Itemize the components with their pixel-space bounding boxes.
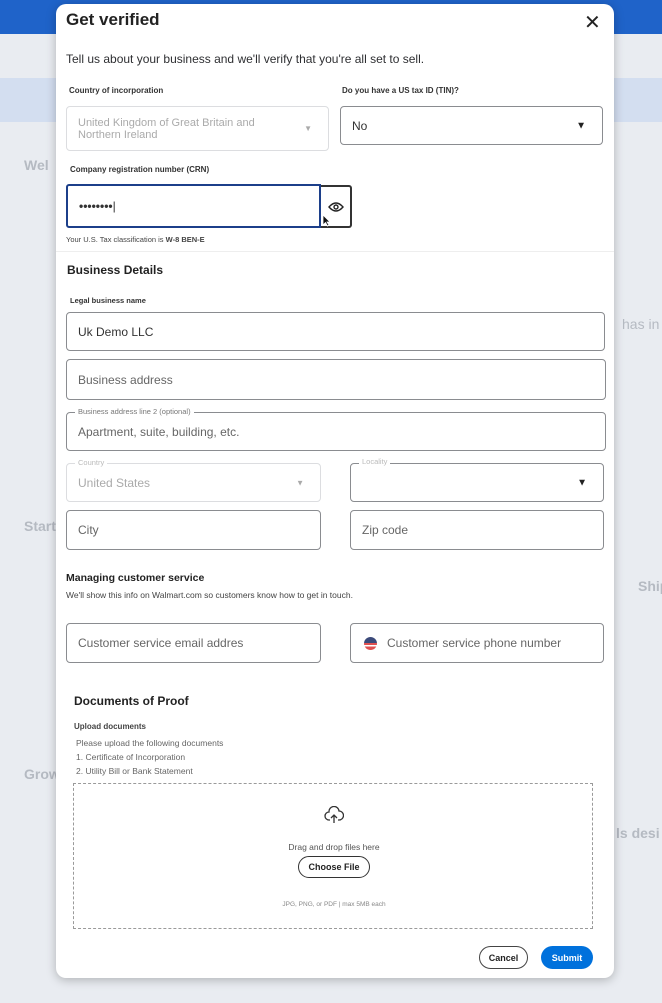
crn-input[interactable]: •••••••• | [66,184,321,228]
business-address-input[interactable]: Business address [66,359,606,400]
business-address-placeholder: Business address [78,372,173,387]
instruction-line: Please upload the following documents [76,738,224,748]
country-of-incorporation-select[interactable]: United Kingdom of Great Britain and Nort… [66,106,329,151]
legal-name-input[interactable]: Uk Demo LLC [66,312,605,351]
tax-classification-prefix: Your U.S. Tax classification is [66,235,164,244]
intro-text: Tell us about your business and we'll ve… [66,52,425,66]
us-flag-icon [364,636,377,650]
customer-service-email-input[interactable]: Customer service email addres [66,623,321,663]
business-address-line2-label: Business address line 2 (optional) [75,407,194,416]
legal-name-value: Uk Demo LLC [78,324,154,339]
customer-service-phone-placeholder: Customer service phone number [387,636,562,650]
zip-code-input[interactable]: Zip code [350,510,604,550]
drop-text: Drag and drop files here [288,842,380,852]
tax-classification-text: Your U.S. Tax classification is W-8 BEN-… [66,235,205,244]
chevron-down-icon: ▼ [577,477,587,488]
documents-heading: Documents of Proof [74,694,189,708]
eye-icon [327,201,344,212]
divider [56,251,614,252]
customer-service-heading: Managing customer service [66,572,205,584]
country-label: Country [75,458,108,467]
zip-code-placeholder: Zip code [362,523,409,537]
country-of-incorporation-value: United Kingdom of Great Britain and Nort… [78,116,255,141]
instruction-line: 1. Certificate of Incorporation [76,752,186,762]
modal-title: Get verified [66,10,160,29]
customer-service-phone-input[interactable]: Customer service phone number [350,623,604,663]
file-hint: JPG, PNG, or PDF | max 5MB each [282,901,386,908]
customer-service-email-placeholder: Customer service email addres [78,636,244,650]
business-address-line2-input[interactable]: Business address line 2 (optional) Apart… [66,407,606,451]
country-of-incorporation-label: Country of incorporation [69,86,164,95]
chevron-down-icon: ▼ [296,478,304,487]
us-tax-id-label: Do you have a US tax ID (TIN)? [342,86,459,95]
instruction-line: 2. Utility Bill or Bank Statement [76,766,193,776]
tax-classification-value: W-8 BEN-E [165,235,205,244]
upload-documents-label: Upload documents [74,722,147,731]
background-text: ls desi [616,825,660,841]
mouse-cursor-icon [322,214,331,227]
legal-name-label: Legal business name [70,296,146,305]
background-text: Ship [638,578,662,594]
background-text: Wel [24,157,49,173]
locality-label: Locality [359,457,391,466]
submit-button[interactable]: Submit [541,946,593,969]
customer-service-description: We'll show this info on Walmart.com so c… [66,590,353,600]
background-text: Start [24,518,56,534]
choose-file-button[interactable]: Choose File [298,856,370,878]
us-tax-id-value: No [352,118,368,133]
background-text: has in [622,316,660,332]
upload-instructions: Please upload the following documents 1.… [76,736,223,778]
file-drop-zone[interactable]: Drag and drop files here Choose File JPG… [73,783,593,929]
country-value: United States [78,475,151,490]
us-tax-id-select[interactable]: No ▼ [340,106,603,145]
crn-value: •••••••• [79,199,113,213]
cloud-upload-icon [324,806,344,823]
business-address-line2-placeholder: Apartment, suite, building, etc. [78,424,240,439]
background-text: Grow [24,766,60,782]
get-verified-modal: Get verified ✕ Tell us about your busine… [56,4,614,978]
chevron-down-icon: ▼ [304,123,312,133]
chevron-down-icon: ▼ [576,120,586,131]
cancel-button[interactable]: Cancel [479,946,528,969]
city-input[interactable]: City [66,510,321,550]
business-details-heading: Business Details [67,263,164,277]
crn-label: Company registration number (CRN) [70,165,210,174]
country-select[interactable]: Country United States ▼ [66,458,321,502]
locality-select[interactable]: Locality ▼ [350,457,604,502]
close-icon[interactable]: ✕ [584,10,601,35]
city-placeholder: City [78,523,99,537]
